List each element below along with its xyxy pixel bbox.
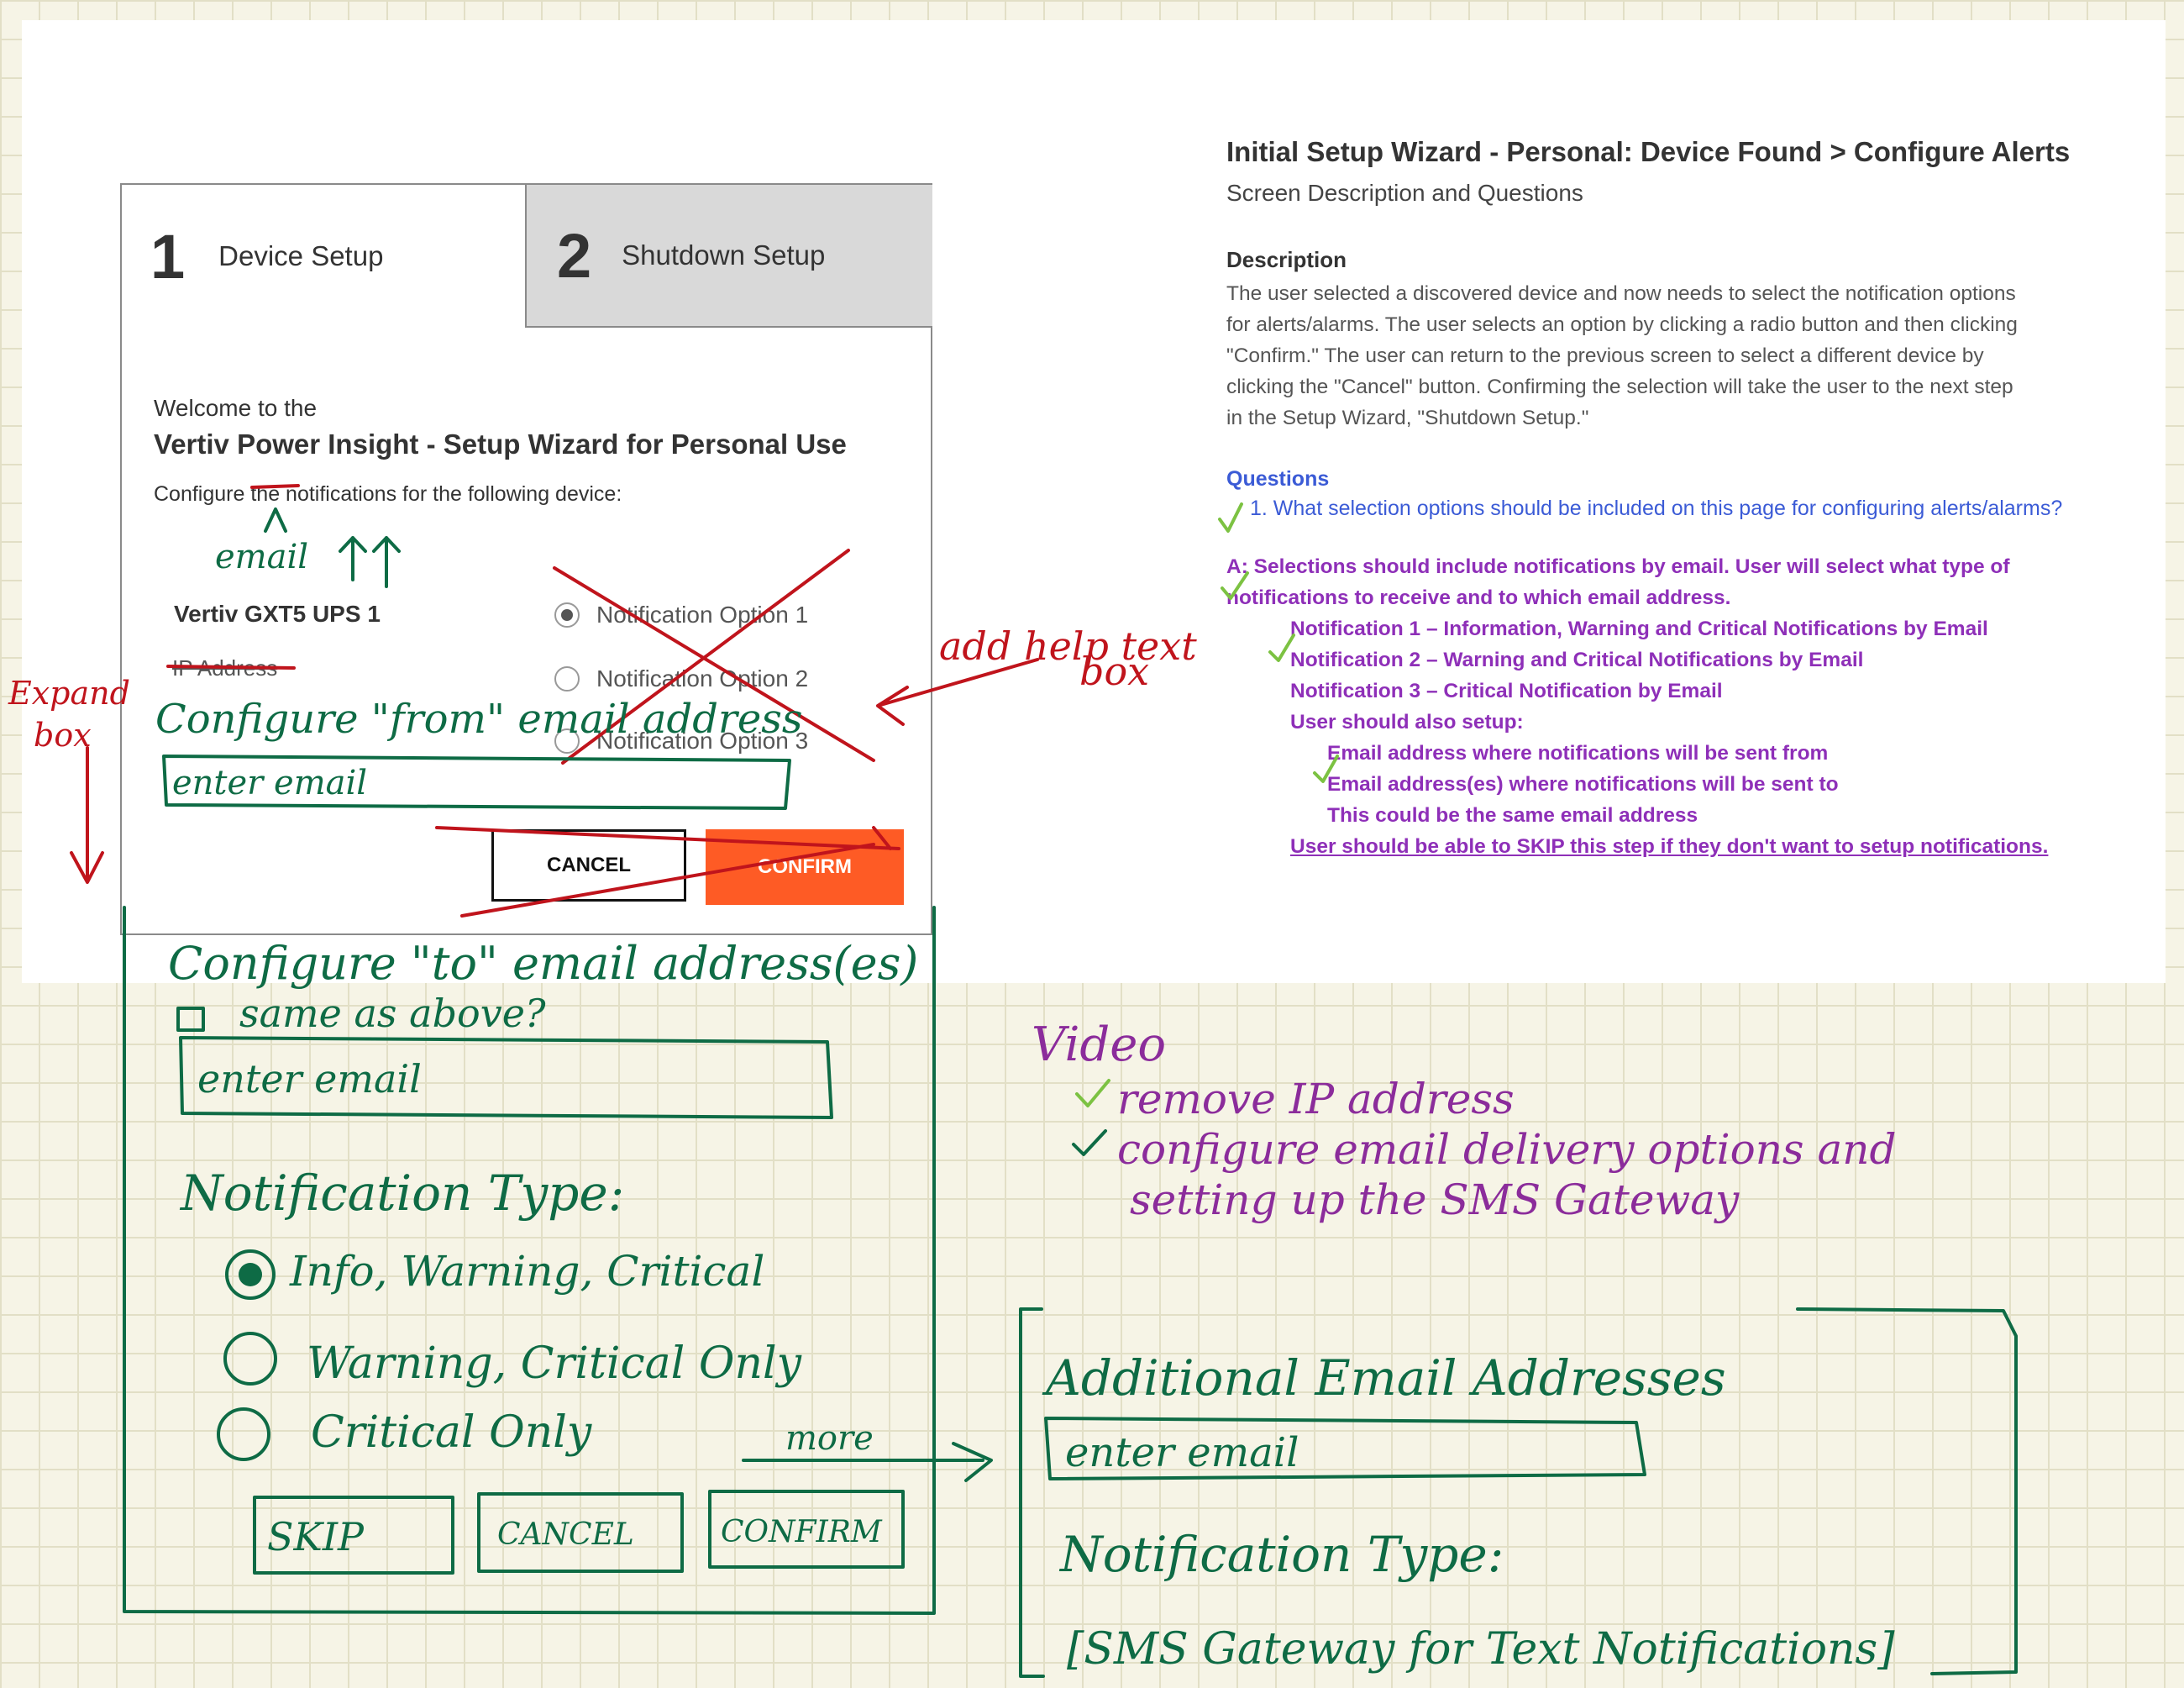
more-note: more [785,1419,874,1458]
help-text-note: add help text [939,623,1197,669]
email-caret-text: email [215,538,308,576]
radio-icon [217,1407,270,1461]
up-arrows-icon [339,536,401,588]
radio-icon [223,1332,277,1386]
video-item-2: configure email delivery options and [1117,1125,1896,1174]
additional-email-title: Additional Email Addresses [1042,1349,1726,1407]
buttons-cross-icon [435,826,900,918]
expand-box-text-2: box [34,717,92,754]
configure-from-note: Configure "from" email address [155,696,803,743]
enter-email-placeholder-1: enter email [172,764,367,802]
check-icon [1072,1129,1107,1156]
bracket-right [1796,1307,2018,1675]
check-icon [1218,502,1243,533]
strike-ip-line [166,665,296,670]
configure-to-note: Configure "to" email address(es) [168,937,918,990]
same-as-above-checkbox [176,1007,205,1032]
skip-button-text[interactable]: SKIP [267,1514,365,1559]
same-as-above-note: same as above? [239,991,546,1036]
type-option-2: Warning, Critical Only [307,1338,802,1389]
confirm-button-text[interactable]: CONFIRM [721,1515,883,1549]
sms-gateway-note: [SMS Gateway for Text Notifications] [1067,1624,1895,1675]
caret-icon [264,507,287,533]
help-text-note-2: box [1079,649,1149,694]
type-option-3: Critical Only [311,1407,592,1458]
expand-box-text: Expand [8,675,130,712]
check-icon [1313,755,1339,783]
notification-type-note: Notification Type: [179,1165,624,1222]
bracket-left [1019,1307,1045,1678]
notification-type-note-2: Notification Type: [1058,1526,1504,1583]
strike-the-line [250,484,300,489]
video-title: Video [1032,1018,1166,1072]
check-icon [1221,571,1249,600]
enter-email-placeholder-3: enter email [1065,1429,1299,1476]
expand-arrow-icon [70,746,104,884]
type-option-1: Info, Warning, Critical [289,1247,764,1296]
enter-email-placeholder-2: enter email [197,1056,422,1102]
check-icon [1075,1079,1110,1107]
cancel-button-text[interactable]: CANCEL [497,1517,634,1552]
handwritten-annotations: email Expand box add help text box Confi… [8,484,2018,1678]
check-icon [1268,634,1295,662]
video-item-1: remove IP address [1117,1075,1515,1123]
help-arrow-icon [876,658,1039,726]
video-item-3: setting up the SMS Gateway [1130,1175,1740,1224]
